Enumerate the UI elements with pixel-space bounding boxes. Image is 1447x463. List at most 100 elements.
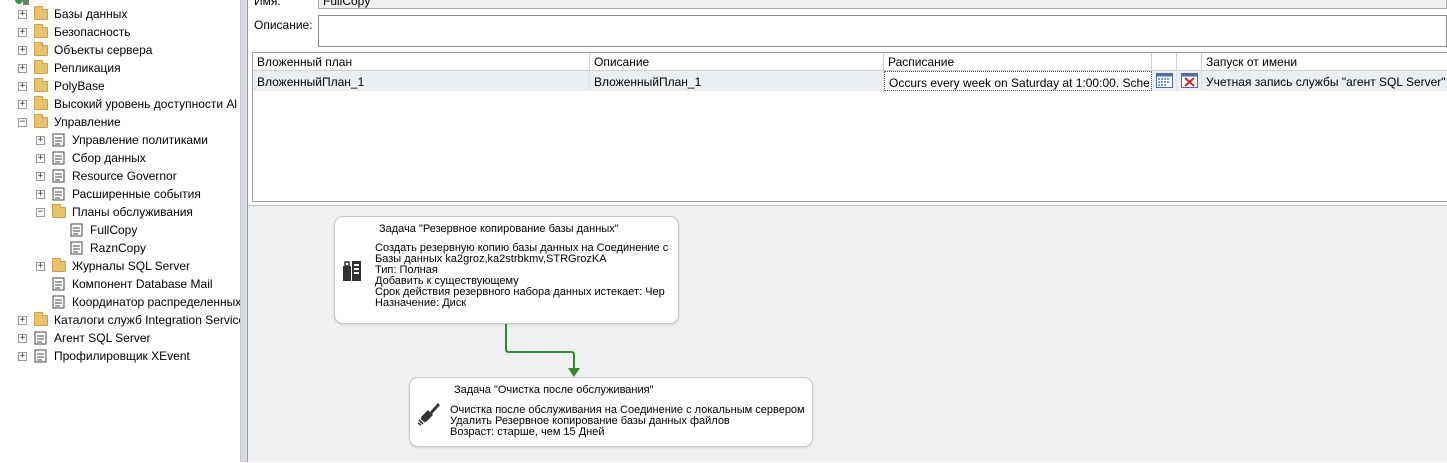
tree-item[interactable]: + Безопасность <box>0 23 240 41</box>
calendar-icon <box>1156 73 1173 91</box>
tree-item-label: Агент SQL Server <box>54 331 151 345</box>
expand-icon[interactable]: + <box>18 82 27 91</box>
maintenance-plan-icon <box>69 240 85 256</box>
tree-item-label: Планы обслуживания <box>72 205 193 219</box>
expand-icon[interactable]: + <box>36 262 45 271</box>
plan-description-field[interactable] <box>318 15 1447 47</box>
cleanup-task-title: Задача "Очистка после обслуживания" <box>454 384 654 396</box>
tree-item-label: Каталоги служб Integration Service <box>54 313 240 327</box>
tree-item[interactable]: + Репликация <box>0 59 240 77</box>
tree-item[interactable]: + Высокий уровень доступности Al <box>0 95 240 113</box>
folder-icon <box>34 312 48 326</box>
col-header-schedule-remove <box>1177 53 1202 71</box>
tree-item[interactable]: + Resource Governor <box>0 167 240 185</box>
tree-item-label: Профилировщик XEvent <box>54 349 190 363</box>
subplan-grid: Вложенный план Описание Расписание Запус… <box>252 52 1447 202</box>
tree-item[interactable]: + Профилировщик XEvent <box>0 347 240 365</box>
folder-icon <box>34 60 48 74</box>
backup-task-icon <box>341 257 363 286</box>
tree-item[interactable]: Координатор распределенных <box>0 293 240 311</box>
panel-splitter[interactable] <box>240 0 248 462</box>
plan-designer-surface[interactable]: Задача "Резервное копирование базы данны… <box>248 205 1447 462</box>
expand-icon[interactable]: + <box>18 64 27 73</box>
extended-events-icon <box>51 186 67 202</box>
tree-item-label: Расширенные события <box>72 187 201 201</box>
tree-item[interactable]: + Сбор данных <box>0 149 240 167</box>
folder-icon <box>34 24 48 38</box>
tree-item-label: Репликация <box>54 61 121 75</box>
tree-item-label: Управление <box>54 115 121 129</box>
cleanup-brush-icon <box>416 400 442 429</box>
tree-item-label: RaznCopy <box>90 241 147 255</box>
tree-item[interactable]: + Базы данных <box>0 5 240 23</box>
tree-item-label: Журналы SQL Server <box>72 259 190 273</box>
tree-item-label: Управление политиками <box>72 133 208 147</box>
tree-item[interactable]: + Агент SQL Server <box>0 329 240 347</box>
col-header-run-as[interactable]: Запуск от имени <box>1202 53 1447 71</box>
tree-item[interactable]: FullCopy <box>0 221 240 239</box>
col-header-description[interactable]: Описание <box>590 53 884 71</box>
tree-item-label: Сбор данных <box>72 151 146 165</box>
tree-item[interactable]: − Планы обслуживания <box>0 203 240 221</box>
expand-icon[interactable]: + <box>18 28 27 37</box>
remove-calendar-icon <box>1181 73 1198 91</box>
tree-item-label: Высокий уровень доступности Al <box>54 97 238 111</box>
expand-icon[interactable]: + <box>18 100 27 109</box>
collapse-icon[interactable]: − <box>18 118 27 127</box>
expand-icon[interactable]: + <box>36 154 45 163</box>
col-header-schedule[interactable]: Расписание <box>884 53 1152 71</box>
folder-icon <box>52 204 66 218</box>
database-mail-icon <box>51 276 67 292</box>
folder-icon <box>52 258 66 272</box>
tree-item-label: PolyBase <box>54 79 105 93</box>
maintenance-plan-icon <box>69 222 85 238</box>
tree-item-label: Объекты сервера <box>54 43 153 57</box>
tree-item[interactable]: RaznCopy <box>0 239 240 257</box>
tree-item[interactable]: + PolyBase <box>0 77 240 95</box>
expand-icon[interactable]: + <box>18 10 27 19</box>
expand-icon[interactable]: + <box>18 316 27 325</box>
expand-icon[interactable]: + <box>18 352 27 361</box>
col-header-subplan[interactable]: Вложенный план <box>253 53 590 71</box>
tree-item-label: Безопасность <box>54 25 131 39</box>
cell-subplan[interactable]: ВложенныйПлан_1 <box>253 71 590 91</box>
tree-item[interactable]: Компонент Database Mail <box>0 275 240 293</box>
backup-task-title: Задача "Резервное копирование базы данны… <box>379 223 619 235</box>
task-detail-line: Возраст: старше, чем 15 Дней <box>450 426 605 438</box>
expand-icon[interactable]: + <box>36 172 45 181</box>
tree-item[interactable]: + Каталоги служб Integration Service <box>0 311 240 329</box>
cell-description[interactable]: ВложенныйПлан_1 <box>590 71 884 91</box>
tree-item[interactable]: + Расширенные события <box>0 185 240 203</box>
tree-item-label: Базы данных <box>54 7 128 21</box>
tree-item-label: Компонент Database Mail <box>72 277 213 291</box>
collapse-icon[interactable]: − <box>36 208 45 217</box>
tree-item-label: Координатор распределенных <box>72 295 240 309</box>
folder-icon <box>34 42 48 56</box>
col-header-schedule-edit <box>1152 53 1177 71</box>
description-label: Описание: <box>254 18 313 32</box>
folder-icon <box>34 6 48 20</box>
expand-icon[interactable]: + <box>36 190 45 199</box>
tree-item-label: Resource Governor <box>72 169 177 183</box>
plan-name-field[interactable]: FullCopy <box>318 0 1447 9</box>
cell-run-as[interactable]: Учетная запись службы "агент SQL Server" <box>1202 71 1447 91</box>
expand-icon[interactable]: + <box>36 136 45 145</box>
folder-icon <box>34 78 48 92</box>
tree-item[interactable]: + Объекты сервера <box>0 41 240 59</box>
tree-item[interactable]: − Управление <box>0 113 240 131</box>
tree-item[interactable]: + Журналы SQL Server <box>0 257 240 275</box>
name-label: Имя: <box>254 0 281 8</box>
maintenance-cleanup-task[interactable]: Задача "Очистка после обслуживания" Очис… <box>409 377 813 447</box>
policy-icon <box>51 132 67 148</box>
backup-database-task[interactable]: Задача "Резервное копирование базы данны… <box>334 216 679 324</box>
remove-schedule-button[interactable] <box>1177 71 1202 91</box>
edit-schedule-button[interactable] <box>1152 71 1177 91</box>
cell-schedule[interactable]: Occurs every week on Saturday at 1:00:00… <box>884 71 1152 91</box>
data-collection-icon <box>51 150 67 166</box>
folder-icon <box>34 96 48 110</box>
folder-icon <box>34 114 48 128</box>
tree-item[interactable]: + Управление политиками <box>0 131 240 149</box>
resource-governor-icon <box>51 168 67 184</box>
expand-icon[interactable]: + <box>18 46 27 55</box>
expand-icon[interactable]: + <box>18 334 27 343</box>
